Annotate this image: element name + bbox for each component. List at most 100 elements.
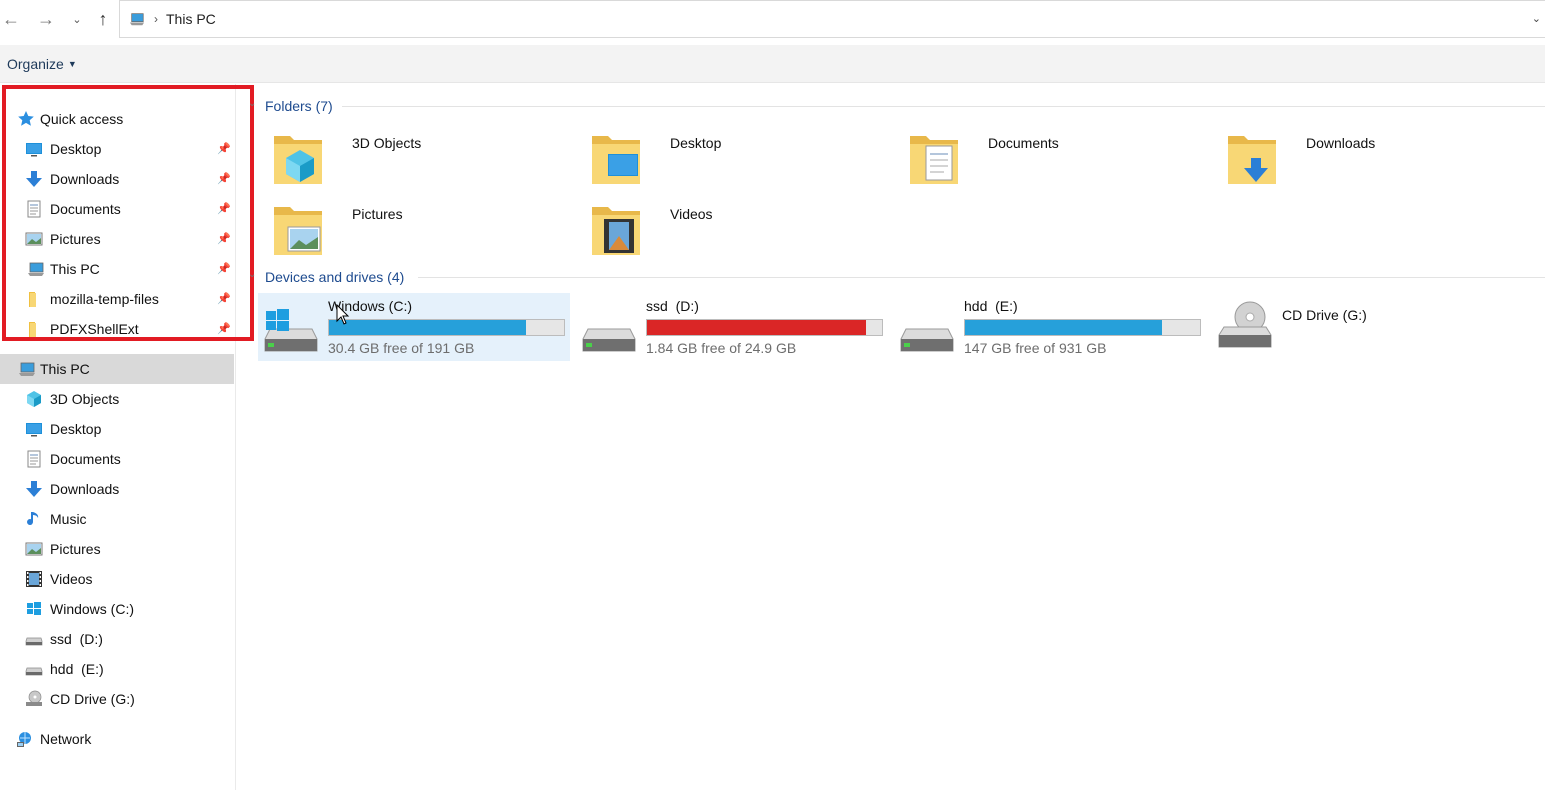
- pin-icon: 📌: [217, 293, 231, 305]
- nav-desktop[interactable]: Desktop: [0, 414, 234, 444]
- folder-pictures[interactable]: Pictures: [264, 199, 582, 265]
- nav-ssd-d[interactable]: ssd (D:): [0, 624, 234, 654]
- documents-icon: [25, 200, 43, 218]
- nav-label: Downloads: [50, 481, 120, 497]
- folder-name: Videos: [670, 206, 713, 222]
- drive-free-space: 30.4 GB free of 191 GB: [328, 340, 475, 356]
- desktop-icon: [25, 140, 43, 158]
- nav-hdd-e[interactable]: hdd (E:): [0, 654, 234, 684]
- music-icon: [25, 510, 43, 528]
- folder-icon: [25, 320, 43, 338]
- folder-desktop[interactable]: Desktop: [582, 128, 900, 194]
- nav-label: Downloads: [50, 171, 120, 187]
- drive-name: hdd (E:): [964, 298, 1018, 314]
- nav-qa-mozilla-temp-files[interactable]: mozilla-temp-files 📌: [0, 284, 234, 314]
- desktop-folder-icon: [590, 130, 642, 186]
- desktop-icon: [25, 420, 43, 438]
- breadcrumb-separator-icon[interactable]: ›: [154, 12, 158, 26]
- nav-pictures[interactable]: Pictures: [0, 534, 234, 564]
- drives-group-header[interactable]: ⌄ Devices and drives (4): [240, 266, 1545, 288]
- back-button[interactable]: ←: [0, 6, 22, 32]
- documents-icon: [25, 450, 43, 468]
- nav-documents[interactable]: Documents: [0, 444, 234, 474]
- content-pane: ⌄ Folders (7) 3D Objects Desktop Documen…: [240, 84, 1545, 790]
- nav-label: Music: [50, 511, 87, 527]
- nav-qa-this-pc[interactable]: This PC 📌: [0, 254, 234, 284]
- cd-drive-icon: [1218, 301, 1272, 349]
- drive-ssd-d[interactable]: ssd (D:) 1.84 GB free of 24.9 GB: [576, 293, 888, 361]
- forward-button[interactable]: →: [34, 6, 58, 32]
- nav-this-pc[interactable]: This PC: [0, 354, 234, 384]
- drive-usage-bar: [964, 319, 1201, 336]
- folder-documents[interactable]: Documents: [900, 128, 1218, 194]
- this-pc-icon: [18, 360, 36, 378]
- nav-label: Documents: [50, 451, 121, 467]
- nav-network[interactable]: Network: [0, 724, 234, 754]
- nav-music[interactable]: Music: [0, 504, 234, 534]
- nav-cd-drive-g[interactable]: CD Drive (G:): [0, 684, 234, 714]
- address-dropdown-icon[interactable]: ⌄: [1532, 12, 1541, 25]
- arrow-up-icon: ↑: [98, 8, 108, 29]
- drive-usage-fill: [329, 320, 527, 335]
- organize-label: Organize: [7, 56, 64, 72]
- folder-name: Downloads: [1306, 135, 1376, 151]
- folder-videos[interactable]: Videos: [582, 199, 900, 265]
- drive-windows-c[interactable]: Windows (C:) 30.4 GB free of 191 GB: [258, 293, 570, 361]
- nav-label: Desktop: [50, 141, 102, 157]
- recent-locations-button[interactable]: ⌄: [70, 6, 84, 32]
- nav-quick-access[interactable]: Quick access: [0, 104, 234, 134]
- nav-qa-pdfxshellext[interactable]: PDFXShellExt 📌: [0, 314, 234, 344]
- nav-label: Documents: [50, 201, 121, 217]
- downloads-folder-icon: [1226, 130, 1278, 186]
- folder-name: Desktop: [670, 135, 722, 151]
- breadcrumb-this-pc[interactable]: This PC: [166, 11, 216, 27]
- folders-group-header[interactable]: ⌄ Folders (7): [240, 95, 1545, 117]
- drive-hdd-e[interactable]: hdd (E:) 147 GB free of 931 GB: [894, 293, 1206, 361]
- group-title: Devices and drives (4): [265, 269, 405, 285]
- address-bar[interactable]: › This PC ⌄: [119, 0, 1545, 38]
- folder-downloads[interactable]: Downloads: [1218, 128, 1536, 194]
- documents-folder-icon: [908, 130, 960, 186]
- pictures-icon: [25, 230, 43, 248]
- drive-usage-bar: [328, 319, 565, 336]
- nav-label: ssd (D:): [50, 631, 103, 647]
- group-divider: [418, 277, 1545, 278]
- folder-3d-objects[interactable]: 3D Objects: [264, 128, 582, 194]
- drive-cd-g[interactable]: CD Drive (G:): [1212, 293, 1524, 361]
- nav-label: Desktop: [50, 421, 102, 437]
- folder-name: 3D Objects: [352, 135, 422, 151]
- nav-label: This PC: [50, 261, 100, 277]
- nav-qa-documents[interactable]: Documents 📌: [0, 194, 234, 224]
- nav-3d-objects[interactable]: 3D Objects: [0, 384, 234, 414]
- star-icon: [17, 110, 35, 128]
- drive-icon: [25, 660, 43, 678]
- nav-label: CD Drive (G:): [50, 691, 135, 707]
- address-toolbar: ← → ⌄ ↑ › This PC ⌄: [0, 0, 1545, 40]
- mouse-cursor-icon: [336, 304, 350, 325]
- nav-label: Quick access: [40, 111, 124, 127]
- nav-qa-pictures[interactable]: Pictures 📌: [0, 224, 234, 254]
- up-button[interactable]: ↑: [92, 6, 114, 32]
- nav-label: mozilla-temp-files: [50, 291, 159, 307]
- nav-qa-desktop[interactable]: Desktop 📌: [0, 134, 234, 164]
- network-icon: [16, 730, 34, 748]
- navigation-pane: Quick access Desktop 📌 Downloads 📌 Docum…: [0, 84, 236, 790]
- downloads-icon: [25, 170, 43, 188]
- nav-label: Network: [40, 731, 92, 747]
- nav-windows-c[interactable]: Windows (C:): [0, 594, 234, 624]
- organize-button[interactable]: Organize ▼: [7, 56, 77, 72]
- nav-qa-downloads[interactable]: Downloads 📌: [0, 164, 234, 194]
- nav-label: hdd (E:): [50, 661, 104, 677]
- drive-icon: [25, 630, 43, 648]
- drive-usage-fill: [647, 320, 866, 335]
- windows-drive-icon: [25, 600, 43, 618]
- drive-usage-bar: [646, 319, 883, 336]
- nav-videos[interactable]: Videos: [0, 564, 234, 594]
- folder-name: Pictures: [352, 206, 403, 222]
- arrow-left-icon: ←: [2, 8, 20, 29]
- chevron-down-icon: ⌄: [72, 13, 82, 26]
- nav-downloads[interactable]: Downloads: [0, 474, 234, 504]
- chevron-down-icon: ⌄: [248, 98, 257, 109]
- 3d-objects-folder-icon: [272, 130, 324, 186]
- drive-usage-fill: [965, 320, 1163, 335]
